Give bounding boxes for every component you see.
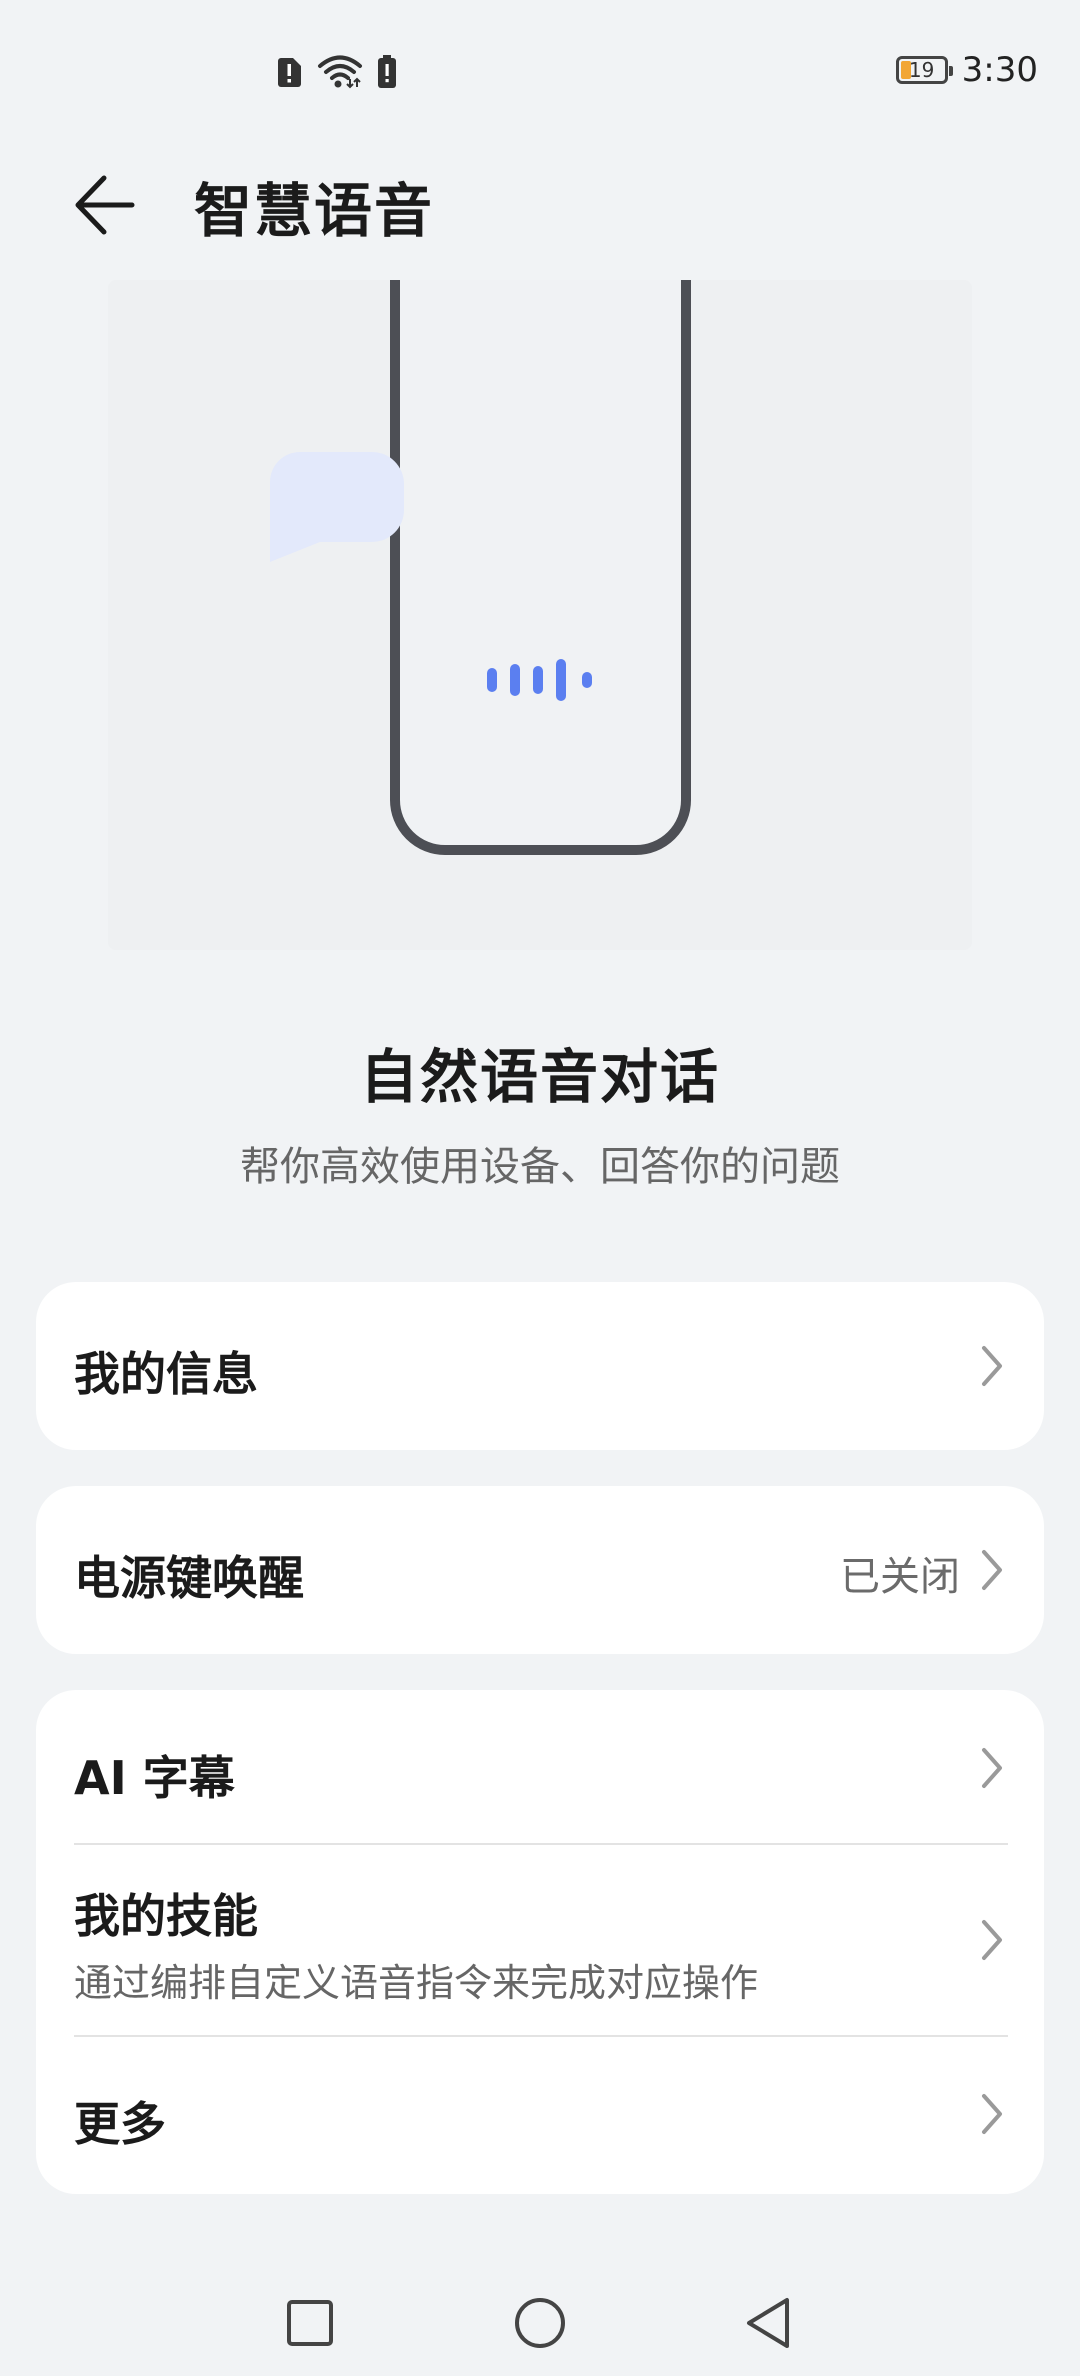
hero-title: 自然语音对话 bbox=[359, 1043, 720, 1111]
more-label: 更多 bbox=[74, 2097, 166, 2151]
my-skills-label: 我的技能 bbox=[74, 1889, 258, 1943]
battery-alert-icon bbox=[378, 55, 396, 88]
home-circle-icon bbox=[515, 2298, 565, 2348]
chevron-right-icon bbox=[982, 1920, 1002, 1960]
my-info-label: 我的信息 bbox=[74, 1347, 258, 1401]
battery-level: 19 bbox=[908, 58, 935, 82]
sim-alert-icon bbox=[278, 58, 301, 87]
status-bar: 19 3:30 bbox=[0, 0, 1080, 150]
home-button[interactable] bbox=[505, 2288, 575, 2358]
wifi-icon bbox=[318, 55, 362, 89]
battery-icon: 19 bbox=[895, 56, 953, 84]
hero-subtitle: 帮你高效使用设备、回答你的问题 bbox=[240, 1144, 840, 1190]
back-nav-button[interactable] bbox=[735, 2288, 805, 2358]
back-triangle-icon bbox=[747, 2298, 789, 2348]
navigation-bar bbox=[0, 2270, 1080, 2370]
power-key-wake-status: 已关闭 bbox=[840, 1554, 960, 1600]
clock: 3:30 bbox=[961, 50, 1038, 90]
status-icons-left bbox=[275, 55, 397, 89]
my-skills-row[interactable]: 我的技能 通过编排自定义语音指令来完成对应操作 bbox=[36, 1844, 1044, 2036]
app-bar: 智慧语音 bbox=[0, 150, 1080, 250]
my-skills-description: 通过编排自定义语音指令来完成对应操作 bbox=[74, 1961, 759, 2005]
status-icons-right: 19 3:30 bbox=[895, 50, 1038, 90]
recents-button[interactable] bbox=[275, 2288, 345, 2358]
back-button[interactable] bbox=[70, 170, 140, 240]
arrow-left-icon bbox=[75, 175, 135, 235]
power-key-wake-label: 电源键唤醒 bbox=[74, 1551, 304, 1605]
chevron-right-icon bbox=[982, 1550, 1002, 1590]
phone-illustration bbox=[390, 280, 691, 855]
screen: 19 3:30 智慧语音 自然语音对话 帮你高效使用设备、回答你的问题 我的信息… bbox=[0, 0, 1080, 2376]
power-key-wake-row[interactable]: 电源键唤醒 已关闭 bbox=[36, 1486, 1044, 1654]
ai-subtitles-row[interactable]: AI 字幕 bbox=[36, 1690, 1044, 1844]
voice-illustration bbox=[108, 280, 972, 950]
ai-subtitles-label: AI 字幕 bbox=[74, 1751, 235, 1805]
page-title: 智慧语音 bbox=[194, 177, 435, 245]
features-card: AI 字幕 我的技能 通过编排自定义语音指令来完成对应操作 更多 bbox=[36, 1690, 1044, 2194]
chevron-right-icon bbox=[982, 1346, 1002, 1386]
chevron-right-icon bbox=[982, 2094, 1002, 2134]
chevron-right-icon bbox=[982, 1748, 1002, 1788]
my-info-card: 我的信息 bbox=[36, 1282, 1044, 1450]
chat-bubble-icon bbox=[270, 452, 404, 562]
my-info-row[interactable]: 我的信息 bbox=[36, 1282, 1044, 1450]
more-row[interactable]: 更多 bbox=[36, 2036, 1044, 2194]
power-key-card: 电源键唤醒 已关闭 bbox=[36, 1486, 1044, 1654]
recents-square-icon bbox=[287, 2300, 333, 2346]
